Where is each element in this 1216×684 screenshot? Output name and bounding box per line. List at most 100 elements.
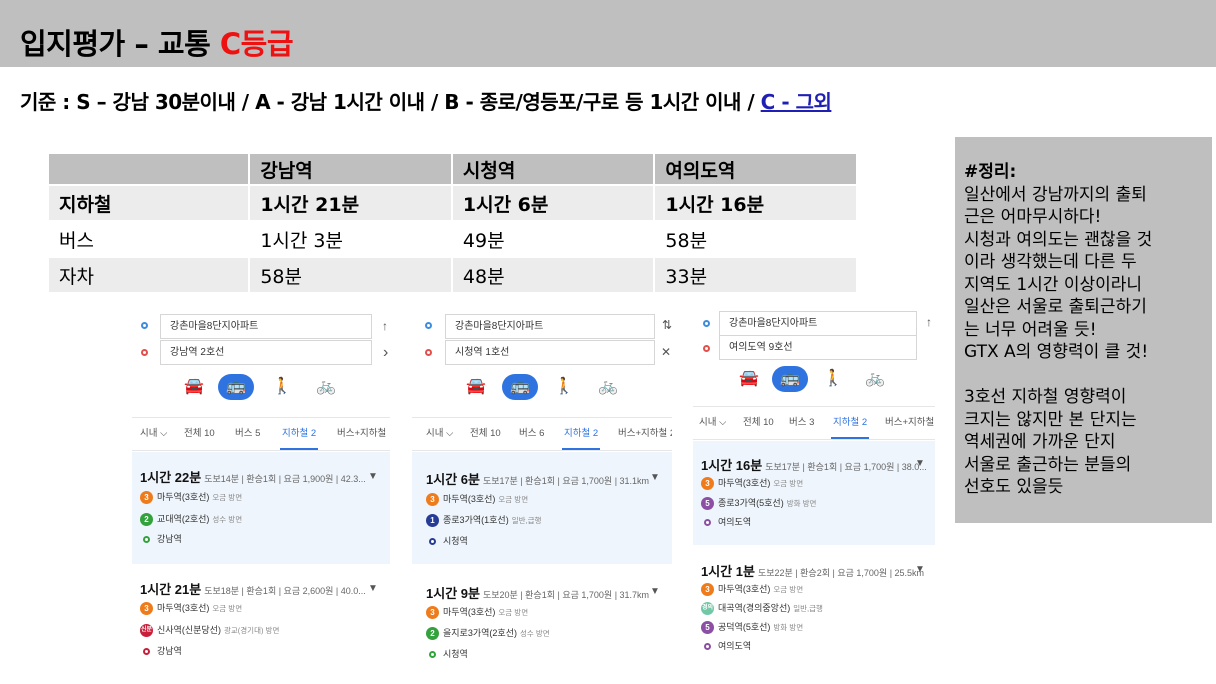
caret-down-icon[interactable]: ▼ (368, 471, 378, 482)
caret-down-icon[interactable]: ▼ (650, 472, 660, 483)
bus-icon[interactable]: 🚌 (218, 374, 254, 400)
bus-icon[interactable]: 🚌 (772, 366, 808, 392)
line-badge: 5 (701, 621, 714, 635)
stop-name: 강남역 (157, 646, 182, 656)
tab-bus[interactable]: 버스 3 (789, 407, 814, 439)
line-badge: 5 (701, 497, 714, 511)
route-option[interactable]: 1시간 6분 도보17분 | 환승1회 | 요금 1,700원 | 31.1km … (412, 452, 672, 564)
tab-bus-subway[interactable]: 버스+지하철 2 (618, 418, 672, 450)
table-cell: 1시간 6분 (450, 184, 656, 222)
stop-direction: 오금 방면 (498, 495, 529, 504)
route-stop: 강남역 (140, 532, 182, 546)
table-cell: 49분 (450, 220, 656, 258)
transport-mode-tabs: 🚘 🚌 🚶 🚲 (176, 374, 376, 402)
stop-name: 을지로3가역(2호선) (443, 628, 517, 638)
route-stop: 3 마두역(3호선) 오금 방면 (140, 601, 242, 616)
caret-down-icon[interactable]: ▼ (650, 586, 660, 597)
car-icon[interactable]: 🚘 (176, 374, 212, 400)
route-duration: 1시간 6분 (426, 472, 480, 487)
line-badge: 2 (140, 513, 153, 527)
tab-subway[interactable]: 지하철 2 (831, 407, 870, 439)
start-address-input[interactable]: 강촌마을8단지아파트 (445, 314, 655, 339)
table-cell: 33분 (653, 256, 858, 294)
tab-bus-subway[interactable]: 버스+지하철 (885, 407, 934, 439)
tab-city[interactable]: 시내 ⌵ (699, 407, 726, 439)
stop-name: 시청역 (443, 649, 468, 659)
route-option[interactable]: 1시간 1분 도보22분 | 환승2회 | 요금 1,700원 | 25.5km … (693, 547, 935, 666)
route-option[interactable]: 1시간 16분 도보17분 | 환승1회 | 요금 1,700원 | 38.0..… (693, 441, 935, 545)
start-address-input[interactable]: 강촌마을8단지아파트 (160, 314, 372, 339)
route-option[interactable]: 1시간 22분 도보14분 | 환승1회 | 요금 1,900원 | 42.3..… (132, 452, 390, 564)
route-meta: 도보17분 | 환승1회 | 요금 1,700원 | 38.0... (765, 462, 927, 472)
caret-down-icon[interactable]: ▼ (915, 458, 925, 469)
route-summary: 1시간 22분 도보14분 | 환승1회 | 요금 1,900원 | 42.3..… (140, 467, 366, 486)
criteria-c-link[interactable]: C - 그외 (761, 90, 832, 114)
commute-time-table: 강남역 시청역 여의도역 지하철 1시간 21분 1시간 6분 1시간 16분 … (46, 152, 858, 294)
tab-subway[interactable]: 지하철 2 (562, 418, 601, 450)
car-icon[interactable]: 🚘 (731, 366, 767, 392)
tab-all[interactable]: 전체 10 (184, 418, 215, 450)
bike-icon[interactable]: 🚲 (857, 366, 893, 392)
route-stop: 강남역 (140, 644, 182, 658)
tab-bus-subway[interactable]: 버스+지하철 (337, 418, 386, 450)
route-stop: 신분 신사역(신분당선) 광교(경기대) 방면 (140, 623, 279, 638)
summary-note-title: #정리: (964, 162, 1017, 182)
tab-bus[interactable]: 버스 5 (235, 418, 260, 450)
stop-direction: 일반,급행 (511, 516, 542, 525)
route-meta: 도보18분 | 환승1회 | 요금 2,600원 | 40.0... (204, 586, 366, 596)
table-cell: 자차 (46, 256, 251, 294)
end-address-input[interactable]: 강남역 2호선 (160, 340, 372, 365)
tab-bus[interactable]: 버스 6 (519, 418, 544, 450)
bike-icon[interactable]: 🚲 (590, 374, 626, 400)
tab-all[interactable]: 전체 10 (470, 418, 501, 450)
route-option[interactable]: 1시간 21분 도보18분 | 환승1회 | 요금 2,600원 | 40.0..… (132, 566, 390, 666)
caret-down-icon[interactable]: ▼ (368, 583, 378, 594)
route-stop: 시청역 (426, 534, 468, 548)
criteria-prefix: 기준 : S – 강남 30분이내 / A - 강남 1시간 이내 / B - … (20, 90, 761, 114)
page-title-grade: C등급 (219, 27, 294, 61)
start-address-input[interactable]: 강촌마을8단지아파트 (719, 311, 917, 336)
walk-icon[interactable]: 🚶 (264, 374, 300, 400)
stop-direction: 성수 방면 (212, 515, 243, 524)
bus-icon[interactable]: 🚌 (502, 374, 538, 400)
car-icon[interactable]: 🚘 (458, 374, 494, 400)
stop-name: 교대역(2호선) (157, 514, 210, 524)
route-summary: 1시간 1분 도보22분 | 환승2회 | 요금 1,700원 | 25.5km (701, 561, 924, 580)
stop-name: 신사역(신분당선) (157, 625, 221, 635)
route-filter-tabs: 시내 ⌵ 전체 10 버스 6 지하철 2 버스+지하철 2 (412, 417, 672, 451)
route-meta: 도보20분 | 환승1회 | 요금 1,700원 | 31.7km (482, 590, 650, 600)
close-icon[interactable]: ✕ (661, 345, 671, 359)
route-panel-gangnam: 강촌마을8단지아파트 ↑ 강남역 2호선 › 🚘 🚌 🚶 🚲 시내 ⌵ 전체 1… (132, 300, 390, 666)
destination-dot-icon (429, 538, 436, 546)
swap-icon[interactable]: ↑ (382, 319, 388, 333)
stop-name: 시청역 (443, 536, 468, 546)
swap-icon[interactable]: ⇅ (662, 318, 672, 332)
chevron-right-icon[interactable]: › (383, 344, 388, 362)
table-cell: 1시간 21분 (248, 184, 453, 222)
end-marker-icon (141, 349, 148, 356)
stop-name: 종로3가역(5호선) (718, 498, 784, 508)
walk-icon[interactable]: 🚶 (546, 374, 582, 400)
tab-all[interactable]: 전체 10 (743, 407, 774, 439)
walk-icon[interactable]: 🚶 (815, 366, 851, 392)
stop-direction: 방화 방면 (786, 499, 817, 508)
stop-name: 마두역(3호선) (718, 584, 771, 594)
stop-name: 마두역(3호선) (718, 478, 771, 488)
route-meta: 도보14분 | 환승1회 | 요금 1,900원 | 42.3... (204, 474, 366, 484)
caret-down-icon[interactable]: ▼ (915, 564, 925, 575)
route-option[interactable]: 1시간 9분 도보20분 | 환승1회 | 요금 1,700원 | 31.7km … (412, 566, 672, 666)
end-address-input[interactable]: 여의도역 9호선 (719, 335, 917, 360)
route-summary: 1시간 6분 도보17분 | 환승1회 | 요금 1,700원 | 31.1km (426, 469, 649, 488)
table-header-cell: 시청역 (450, 152, 656, 186)
swap-icon[interactable]: ↑ (926, 315, 932, 329)
tab-city[interactable]: 시내 ⌵ (426, 418, 453, 450)
destination-dot-icon (704, 519, 711, 527)
line-badge: 3 (140, 491, 153, 505)
end-address-input[interactable]: 시청역 1호선 (445, 340, 655, 365)
stop-name: 여의도역 (718, 641, 752, 651)
bike-icon[interactable]: 🚲 (308, 374, 344, 400)
route-duration: 1시간 21분 (140, 582, 202, 597)
route-panel-yeouido: 강촌마을8단지아파트 ↑ 여의도역 9호선 🚘 🚌 🚶 🚲 시내 ⌵ 전체 10… (693, 300, 935, 666)
tab-subway[interactable]: 지하철 2 (280, 418, 319, 450)
tab-city[interactable]: 시내 ⌵ (140, 418, 167, 450)
